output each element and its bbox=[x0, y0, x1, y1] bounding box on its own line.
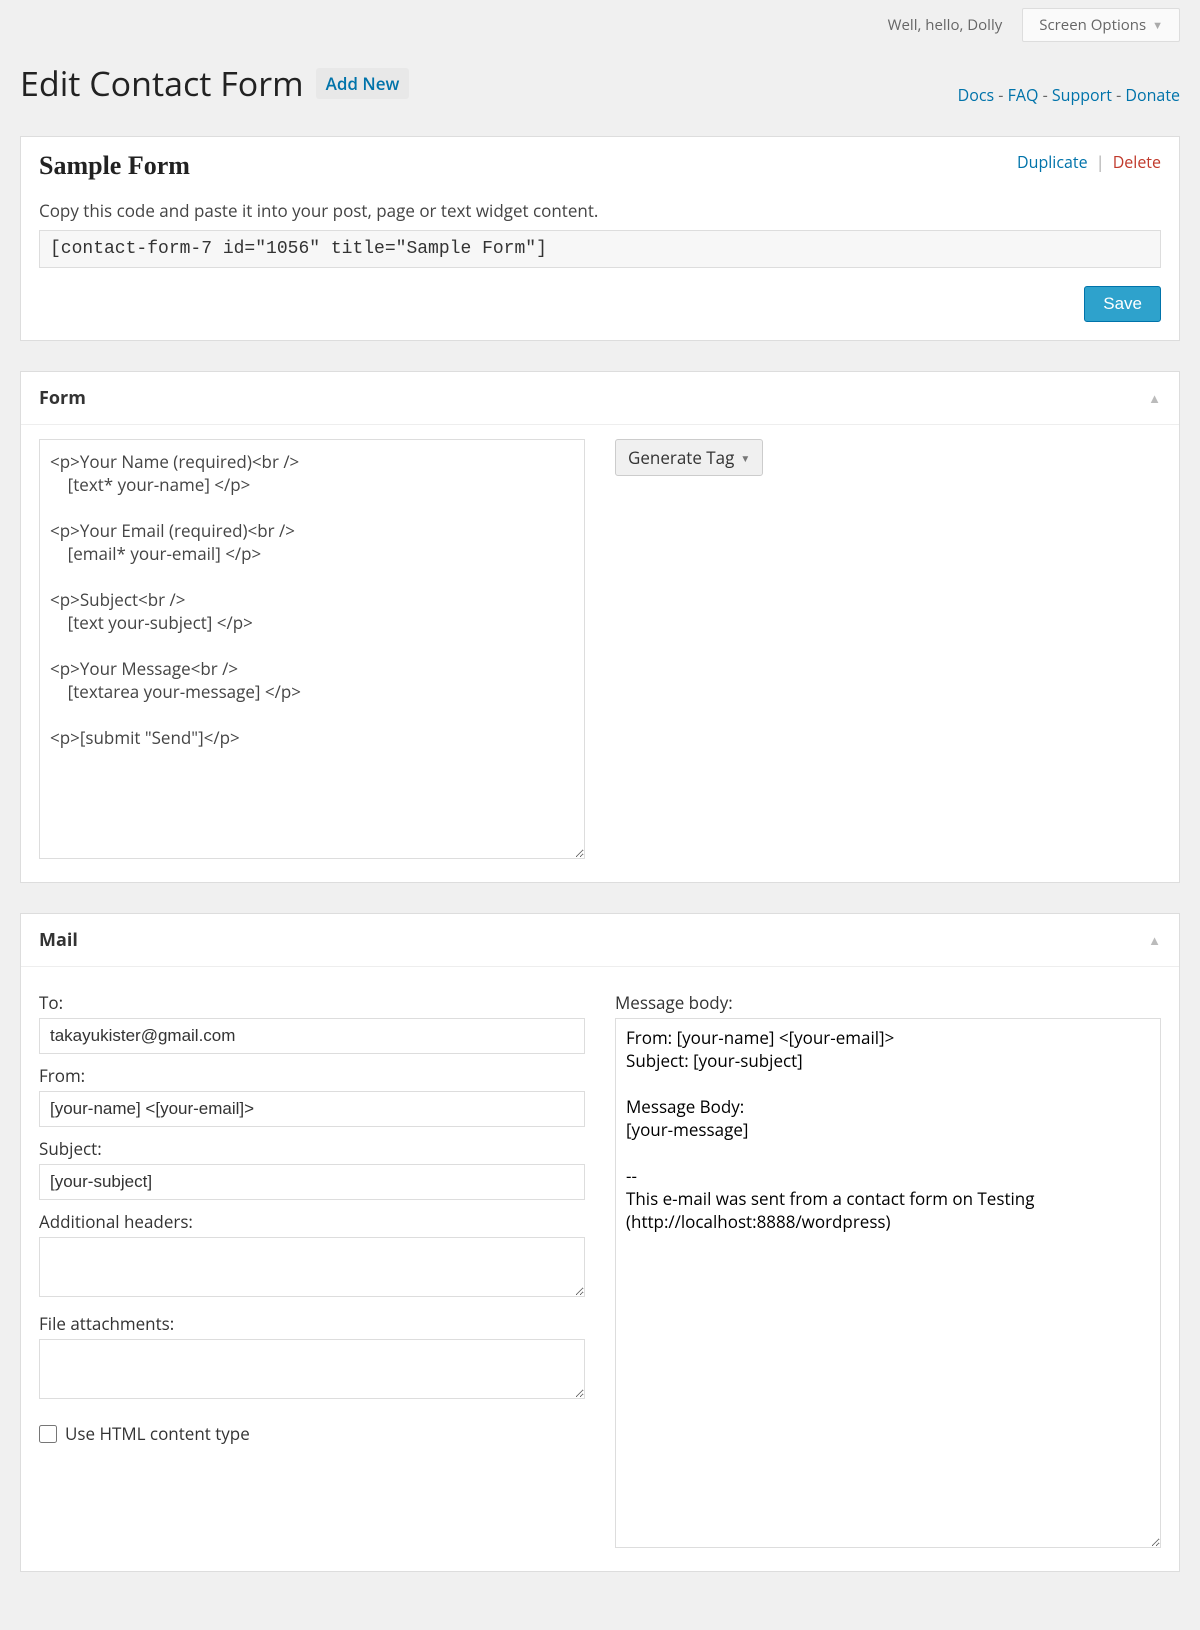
help-links: Docs - FAQ - Support - Donate bbox=[958, 84, 1180, 106]
screen-options-button[interactable]: Screen Options ▼ bbox=[1022, 8, 1180, 42]
shortcode-input[interactable] bbox=[39, 230, 1161, 268]
subject-label: Subject: bbox=[39, 1137, 585, 1160]
generate-tag-label: Generate Tag bbox=[628, 446, 734, 469]
to-input[interactable] bbox=[39, 1018, 585, 1054]
delete-link[interactable]: Delete bbox=[1113, 151, 1161, 173]
html-content-label: Use HTML content type bbox=[65, 1422, 250, 1445]
duplicate-link[interactable]: Duplicate bbox=[1017, 151, 1088, 173]
attachments-label: File attachments: bbox=[39, 1312, 585, 1335]
pipe-separator: | bbox=[1096, 151, 1105, 173]
shortcode-hint: Copy this code and paste it into your po… bbox=[39, 199, 1161, 222]
greeting-text: Well, hello, Dolly bbox=[888, 15, 1003, 35]
page-title: Edit Contact Form bbox=[20, 60, 304, 106]
generate-tag-button[interactable]: Generate Tag ▼ bbox=[615, 439, 763, 476]
form-panel-title: Form bbox=[39, 386, 86, 410]
message-body-textarea[interactable] bbox=[615, 1018, 1161, 1548]
chevron-down-icon: ▼ bbox=[1152, 18, 1163, 33]
headers-textarea[interactable] bbox=[39, 1237, 585, 1297]
mail-panel-title: Mail bbox=[39, 928, 78, 952]
collapse-icon[interactable]: ▲ bbox=[1148, 931, 1161, 949]
add-new-button[interactable]: Add New bbox=[316, 68, 410, 99]
support-link[interactable]: Support bbox=[1052, 84, 1112, 106]
screen-options-label: Screen Options bbox=[1039, 15, 1146, 35]
attachments-textarea[interactable] bbox=[39, 1339, 585, 1399]
chevron-down-icon: ▼ bbox=[740, 451, 750, 465]
docs-link[interactable]: Docs bbox=[958, 84, 995, 106]
body-label: Message body: bbox=[615, 991, 1161, 1014]
subject-input[interactable] bbox=[39, 1164, 585, 1200]
form-title: Sample Form bbox=[39, 151, 1161, 181]
from-input[interactable] bbox=[39, 1091, 585, 1127]
to-label: To: bbox=[39, 991, 585, 1014]
mail-panel: Mail ▲ To: From: Subject: Additional hea… bbox=[20, 913, 1180, 1572]
headers-label: Additional headers: bbox=[39, 1210, 585, 1233]
collapse-icon[interactable]: ▲ bbox=[1148, 389, 1161, 407]
faq-link[interactable]: FAQ bbox=[1008, 84, 1039, 106]
from-label: From: bbox=[39, 1064, 585, 1087]
form-panel: Form ▲ Generate Tag ▼ bbox=[20, 371, 1180, 883]
html-content-row[interactable]: Use HTML content type bbox=[39, 1422, 585, 1445]
form-code-textarea[interactable] bbox=[39, 439, 585, 859]
html-content-checkbox[interactable] bbox=[39, 1425, 57, 1443]
form-info-panel: Sample Form Duplicate | Delete Copy this… bbox=[20, 136, 1180, 341]
donate-link[interactable]: Donate bbox=[1125, 84, 1180, 106]
save-button[interactable]: Save bbox=[1084, 286, 1161, 322]
